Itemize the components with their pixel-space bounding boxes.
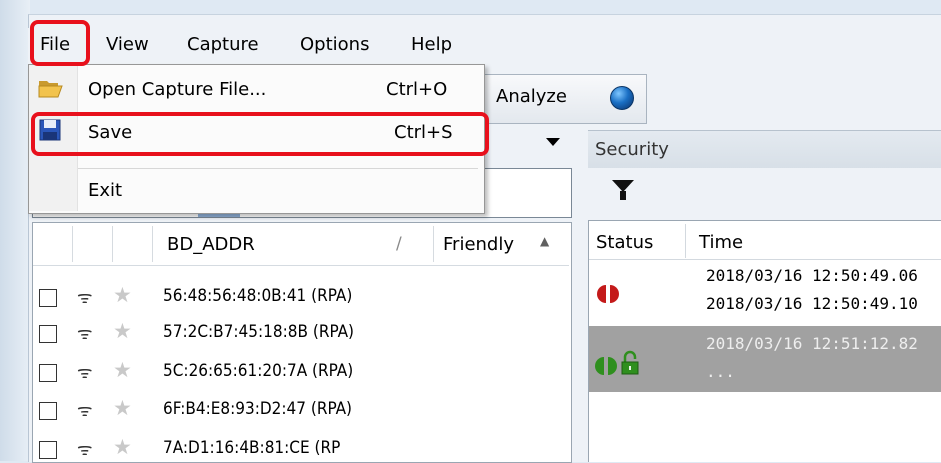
highlight-file-menu: [30, 20, 90, 66]
sort-indicator: /: [396, 234, 402, 254]
column-divider[interactable]: [433, 226, 434, 262]
menu-help[interactable]: Help: [411, 34, 452, 55]
device-address: 6F:B4:E8:93:D2:47 (RPA): [163, 399, 353, 419]
device-address: 5C:26:65:61:20:7A (RPA): [163, 361, 354, 381]
device-address: 57:2C:B7:45:18:8B (RPA): [163, 322, 355, 342]
signal-icon: ᯤ: [77, 401, 93, 421]
scroll-up-icon[interactable]: ▲: [540, 234, 549, 248]
filter-icon-stem: [620, 191, 626, 200]
column-header-friendly[interactable]: Friendly: [443, 234, 514, 255]
favorite-star-icon[interactable]: ★: [113, 319, 132, 343]
column-divider[interactable]: [72, 226, 73, 262]
security-time: 2018/03/16 12:50:49.10: [706, 294, 918, 313]
signal-icon: ᯤ: [77, 363, 93, 383]
signal-icon: ᯤ: [77, 288, 93, 308]
unlocked-padlock-icon: [621, 350, 639, 375]
device-checkbox[interactable]: [39, 402, 57, 420]
column-divider[interactable]: [152, 226, 153, 262]
security-toolbar: [588, 168, 941, 218]
device-address: 56:48:56:48:0B:41 (RPA): [163, 286, 353, 306]
menu-bar: [28, 28, 941, 64]
device-checkbox[interactable]: [39, 364, 57, 382]
device-checkbox[interactable]: [39, 441, 57, 459]
favorite-star-icon[interactable]: ★: [113, 283, 132, 307]
highlight-save-item: [31, 112, 489, 156]
menu-capture[interactable]: Capture: [187, 34, 259, 55]
green-split-circle-icon: [595, 357, 617, 375]
security-panel-title: Security: [595, 139, 669, 160]
signal-icon: ᯤ: [77, 440, 93, 460]
column-header-bd-addr[interactable]: BD_ADDR: [167, 234, 255, 255]
shortcut-open: Ctrl+O: [386, 79, 448, 100]
favorite-star-icon[interactable]: ★: [113, 358, 132, 382]
menu-options[interactable]: Options: [300, 34, 369, 55]
favorite-star-icon[interactable]: ★: [113, 396, 132, 420]
desktop-background: [0, 0, 30, 461]
device-row[interactable]: ᯤ ★ 5C:26:65:61:20:7A (RPA): [33, 356, 569, 392]
device-address: 7A:D1:16:4B:81:CE (RP: [163, 438, 341, 458]
device-row[interactable]: ᯤ ★ 56:48:56:48:0B:41 (RPA): [33, 281, 569, 317]
device-row[interactable]: ᯤ ★ 6F:B4:E8:93:D2:47 (RPA): [33, 394, 569, 430]
menu-view[interactable]: View: [106, 34, 149, 55]
chevron-down-icon[interactable]: [546, 138, 560, 146]
column-header-status[interactable]: Status: [596, 232, 653, 253]
column-divider[interactable]: [112, 226, 113, 262]
device-checkbox[interactable]: [39, 325, 57, 343]
column-divider[interactable]: [685, 224, 686, 258]
security-time-continuation: ...: [706, 362, 735, 381]
favorite-star-icon[interactable]: ★: [113, 435, 132, 459]
security-time: 2018/03/16 12:50:49.06: [706, 266, 918, 285]
analyze-button-label: Analyze: [496, 86, 567, 107]
device-row[interactable]: ᯤ ★ 57:2C:B7:45:18:8B (RPA): [33, 317, 569, 353]
red-split-circle-icon: [597, 285, 619, 303]
signal-icon: ᯤ: [77, 324, 93, 344]
security-time: 2018/03/16 12:51:12.82: [706, 334, 918, 353]
capture-orb-icon[interactable]: [610, 86, 634, 110]
menu-item-exit[interactable]: Exit: [88, 180, 122, 201]
device-checkbox[interactable]: [39, 289, 57, 307]
menu-separator: [78, 168, 478, 169]
menu-item-open-capture-file[interactable]: Open Capture File...: [88, 79, 266, 100]
column-header-time[interactable]: Time: [699, 232, 743, 253]
folder-open-icon: [38, 81, 63, 98]
device-row[interactable]: ᯤ ★ 7A:D1:16:4B:81:CE (RP: [33, 433, 569, 461]
